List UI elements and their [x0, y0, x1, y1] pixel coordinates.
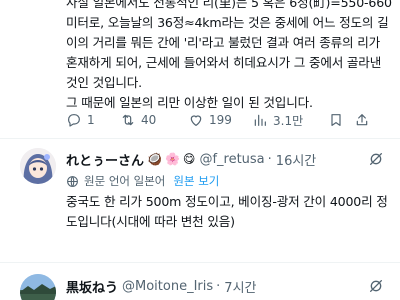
post-text-line: 이의 거리를 뭐든 간에 '리'라고 불렀던 결과 여러 종류의 리가 — [66, 35, 381, 50]
view-count: 3.1만 — [273, 113, 304, 128]
like-count: 199 — [209, 113, 232, 127]
repost-button[interactable]: 40 — [120, 112, 188, 128]
bookmark-button[interactable] — [328, 112, 354, 128]
avatar[interactable] — [20, 148, 56, 184]
post-text-line: 것인 것입니다. — [66, 75, 142, 90]
reply-count: 1 — [87, 113, 95, 127]
post-text: 중국도 한 리가 500m 정도이고, 베이징-광저 간이 4000리 정 도입… — [66, 192, 390, 232]
view-original-link[interactable]: 원본 보기 — [173, 173, 219, 189]
reply-button[interactable]: 1 — [66, 112, 120, 128]
post-text-line: 미터로, 오늘날의 36정≈4km라는 것은 중세에 어느 정도의 길 — [66, 15, 389, 30]
translate-icon — [67, 175, 78, 187]
display-name[interactable]: れとぅーさん — [66, 150, 144, 169]
post-text-line: 중국도 한 리가 500m 정도이고, 베이징-광저 간이 4000리 정 — [66, 194, 388, 209]
avatar-image — [20, 274, 56, 300]
handle[interactable]: @Moitone_Iris — [122, 279, 213, 294]
bookmark-icon — [331, 114, 341, 126]
post-text: 사실 일본에서도 전통적인 리(里)는 5 혹은 6정(町)=550-660 미… — [66, 0, 392, 113]
avatar-image — [20, 148, 56, 184]
reply-icon — [68, 114, 80, 127]
like-icon — [190, 115, 202, 126]
timestamp[interactable]: 16시간 — [276, 150, 316, 169]
views-button[interactable]: 3.1만 — [252, 112, 328, 129]
post-text-line: 그 때문에 일본의 리만 이상한 일이 된 것입니다. — [66, 95, 313, 110]
post-text-line: 사실 일본에서도 전통적인 리(里)는 5 혹은 6정(町)=550-660 — [66, 0, 392, 10]
translation-note: 원문 언어 일본어 원본 보기 — [66, 172, 219, 190]
separator-dot: · — [216, 278, 221, 294]
repost-icon — [122, 114, 134, 126]
post-text-line: 혼재하게 되어, 근세에 들어와서 히데요시가 그 중에서 골라낸 — [66, 55, 382, 70]
post-header: れとぅーさん 🥥 🌸 😋 @f_retusa · 16시간 — [66, 149, 316, 169]
timestamp[interactable]: 7시간 — [224, 277, 256, 296]
grok-icon[interactable] — [368, 151, 384, 167]
name-emoji: 😋 — [182, 152, 196, 166]
name-emoji: 🥥 — [147, 152, 162, 166]
separator-dot: · — [267, 151, 272, 167]
original-language-label: 원문 언어 일본어 — [84, 174, 166, 188]
post-header: 黒坂ねう @Moitone_Iris · 7시간 — [66, 276, 257, 296]
repost-count: 40 — [141, 113, 157, 127]
share-button[interactable] — [354, 112, 374, 128]
post-text-line: 도입니다(시대에 따라 변천 있음) — [66, 214, 235, 229]
post-actions: 1 40 199 3.1만 — [66, 111, 386, 129]
post-divider — [0, 138, 400, 139]
display-name[interactable]: 黒坂ねう — [66, 277, 118, 296]
views-icon — [254, 114, 266, 126]
avatar[interactable] — [20, 274, 56, 300]
like-button[interactable]: 199 — [188, 112, 252, 128]
grok-icon[interactable] — [368, 278, 384, 294]
share-icon — [356, 114, 368, 126]
timeline: 사실 일본에서도 전통적인 리(里)는 5 혹은 6정(町)=550-660 미… — [0, 0, 400, 300]
handle[interactable]: @f_retusa — [199, 152, 264, 167]
post-divider — [0, 262, 400, 263]
name-emoji: 🌸 — [164, 152, 180, 166]
